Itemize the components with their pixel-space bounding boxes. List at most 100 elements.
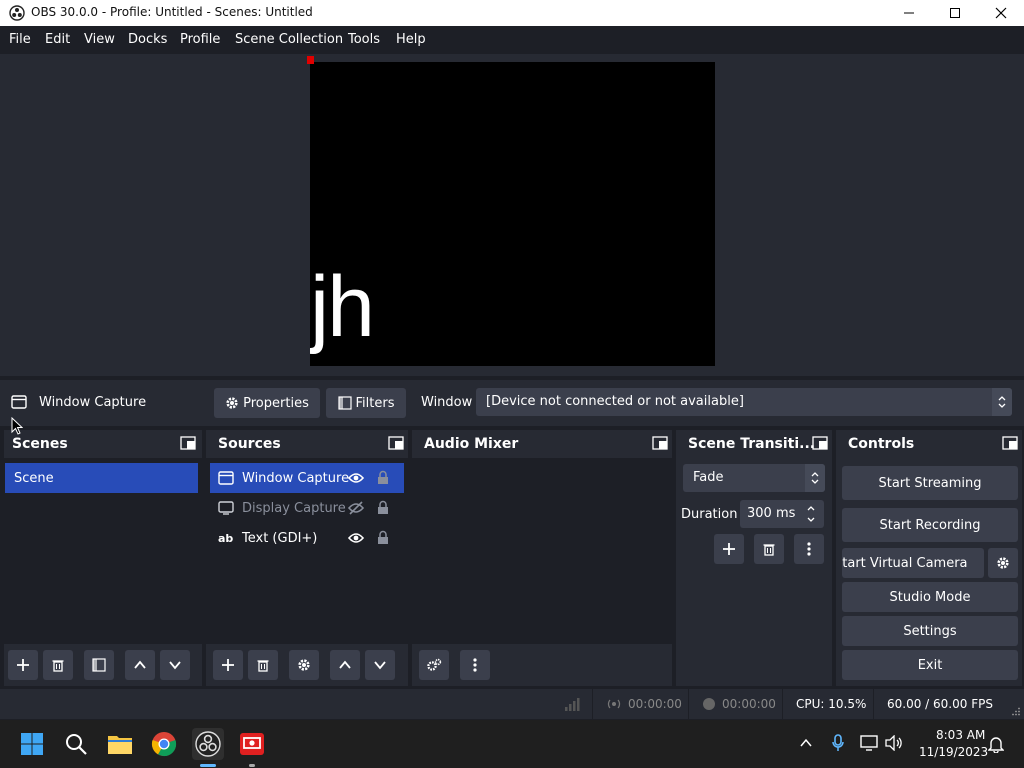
source-item-label: Display Capture <box>242 500 346 516</box>
clock-date[interactable]: 11/19/2023 <box>919 745 988 759</box>
menu-file[interactable]: File <box>9 32 31 47</box>
add-scene-button[interactable] <box>8 650 38 680</box>
mouse-cursor-icon <box>11 417 23 435</box>
eye-icon[interactable] <box>348 531 364 545</box>
menu-profile[interactable]: Profile <box>180 32 220 47</box>
duration-input[interactable]: 300 ms <box>740 500 824 528</box>
taskbar: 8:03 AM 11/19/2023 <box>0 720 1024 768</box>
filters-button[interactable]: Filters <box>326 388 406 418</box>
studio-mode-button[interactable]: Studio Mode <box>842 582 1018 612</box>
start-recording-button[interactable]: Start Recording <box>842 508 1018 542</box>
minimize-button[interactable] <box>886 0 932 26</box>
plus-icon <box>221 658 235 672</box>
menu-tools[interactable]: Tools <box>348 32 380 47</box>
active-app-indicator <box>200 764 216 767</box>
scene-filters-button[interactable] <box>84 650 114 680</box>
remove-transition-button[interactable] <box>754 534 784 564</box>
properties-label: Properties <box>243 395 309 411</box>
settings-button[interactable]: Settings <box>842 616 1018 646</box>
trash-icon <box>256 658 270 672</box>
undock-icon[interactable] <box>388 436 404 450</box>
preview-canvas[interactable]: jh <box>310 62 715 366</box>
lock-icon[interactable] <box>377 470 389 485</box>
clock-time[interactable]: 8:03 AM <box>936 728 985 742</box>
spinner-icon[interactable] <box>806 503 816 525</box>
eye-icon[interactable] <box>348 471 364 485</box>
transition-menu-button[interactable] <box>794 534 824 564</box>
source-item-label: Window Capture <box>242 470 350 486</box>
obs-logo-icon <box>9 5 25 21</box>
close-button[interactable] <box>978 0 1024 26</box>
remove-source-button[interactable] <box>248 650 278 680</box>
add-source-button[interactable] <box>213 650 243 680</box>
lock-icon[interactable] <box>377 500 389 515</box>
audio-mixer-footer <box>412 644 672 686</box>
kebab-menu-icon <box>473 658 477 672</box>
filter-icon <box>92 658 106 672</box>
select-arrows-icon <box>805 464 825 492</box>
status-separator <box>592 689 593 719</box>
resize-grip-icon[interactable] <box>1012 707 1021 716</box>
start-virtual-camera-button[interactable]: Start Virtual Camera <box>842 548 984 578</box>
status-separator <box>688 689 689 719</box>
scene-transitions-dock: Scene Transiti... Fade Duration 300 ms <box>676 430 832 686</box>
exit-button[interactable]: Exit <box>842 650 1018 680</box>
audio-settings-button[interactable] <box>419 650 449 680</box>
chrome-icon[interactable] <box>148 728 180 760</box>
stream-time: 00:00:00 <box>628 697 682 711</box>
start-streaming-button[interactable]: Start Streaming <box>842 466 1018 500</box>
undock-icon[interactable] <box>812 436 828 450</box>
properties-button[interactable]: Properties <box>214 388 320 418</box>
plus-icon <box>722 542 736 556</box>
source-item-text-gdi[interactable]: ab Text (GDI+) <box>210 523 404 553</box>
move-source-down-button[interactable] <box>365 650 395 680</box>
notification-bell-icon[interactable] <box>988 735 1004 753</box>
source-item-window-capture[interactable]: Window Capture <box>210 463 404 493</box>
window-select[interactable]: [Device not connected or not available] <box>476 388 1012 416</box>
obs-taskbar-icon[interactable] <box>192 728 224 760</box>
virtual-camera-settings-button[interactable] <box>988 548 1018 578</box>
undock-icon[interactable] <box>1002 436 1018 450</box>
transform-handle[interactable] <box>307 56 314 64</box>
menu-edit[interactable]: Edit <box>45 32 70 47</box>
menu-help[interactable]: Help <box>396 32 426 47</box>
menu-docks[interactable]: Docks <box>128 32 167 47</box>
chevron-up-icon[interactable] <box>799 736 813 750</box>
lock-icon[interactable] <box>377 530 389 545</box>
audio-mixer-dock: Audio Mixer <box>412 430 672 686</box>
search-icon[interactable] <box>60 728 92 760</box>
monitor-icon <box>218 501 234 515</box>
recorder-app-icon[interactable] <box>236 728 268 760</box>
undock-icon[interactable] <box>180 436 196 450</box>
status-separator <box>782 689 783 719</box>
maximize-button[interactable] <box>932 0 978 26</box>
chevron-down-icon <box>168 658 182 672</box>
undock-icon[interactable] <box>652 436 668 450</box>
move-source-up-button[interactable] <box>330 650 360 680</box>
windows-start-icon[interactable] <box>16 728 48 760</box>
window-capture-icon <box>11 395 27 409</box>
source-toolbar: Window Capture Properties Filters Window… <box>0 380 1024 426</box>
transition-select[interactable]: Fade <box>683 464 825 492</box>
cpu-usage: CPU: 10.5% <box>796 697 867 711</box>
move-scene-down-button[interactable] <box>160 650 190 680</box>
remove-scene-button[interactable] <box>43 650 73 680</box>
source-properties-button[interactable] <box>289 650 319 680</box>
file-explorer-icon[interactable] <box>104 728 136 760</box>
scene-transitions-title: Scene Transiti... <box>688 436 816 452</box>
move-scene-up-button[interactable] <box>125 650 155 680</box>
status-bar: 00:00:00 00:00:00 CPU: 10.5% 60.00 / 60.… <box>0 689 1024 719</box>
menu-scene-collection[interactable]: Scene Collection <box>235 32 343 47</box>
network-icon[interactable] <box>860 735 878 751</box>
eye-hidden-icon[interactable] <box>348 501 364 515</box>
audio-menu-button[interactable] <box>460 650 490 680</box>
scenes-dock: Scenes Scene <box>4 430 202 686</box>
microphone-icon[interactable] <box>832 734 844 752</box>
scene-item[interactable]: Scene <box>5 463 198 493</box>
trash-icon <box>762 542 776 556</box>
source-item-display-capture[interactable]: Display Capture <box>210 493 404 523</box>
add-transition-button[interactable] <box>714 534 744 564</box>
volume-icon[interactable] <box>885 735 903 751</box>
menu-view[interactable]: View <box>84 32 115 47</box>
audio-mixer-title: Audio Mixer <box>424 436 519 452</box>
